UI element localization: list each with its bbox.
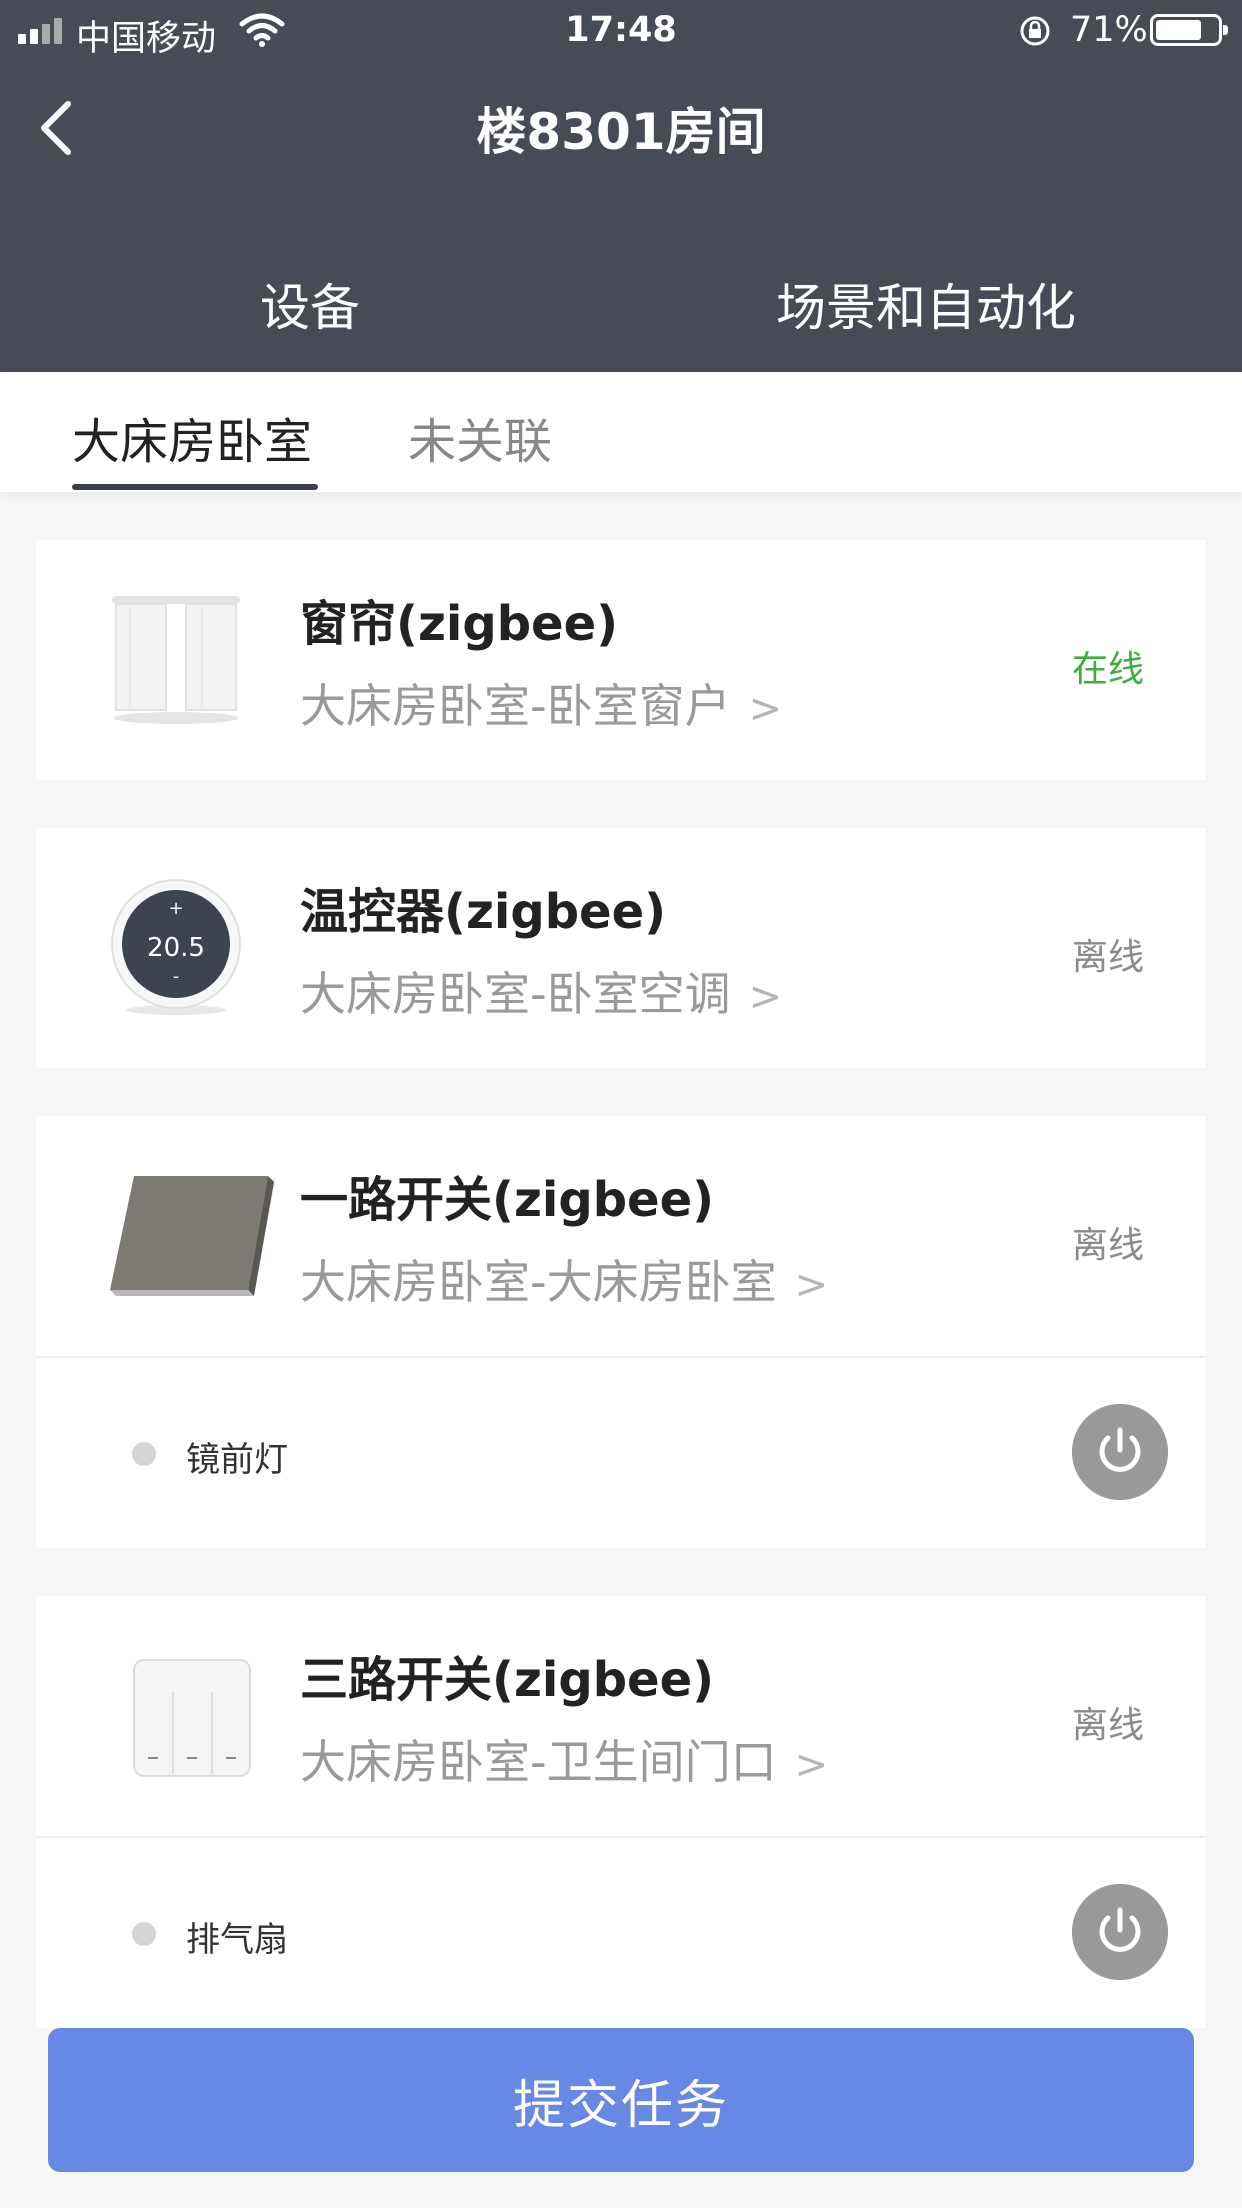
room-subtabs: 大床房卧室 未关联 xyxy=(0,372,1242,492)
clock: 17:48 xyxy=(565,10,677,50)
active-tab-indicator xyxy=(72,484,318,490)
device-card-thermostat: + 20.5 - 温控器(zigbee) 大床房卧室-卧室空调 > 离线 xyxy=(36,828,1206,1068)
device-row[interactable]: + 20.5 - 温控器(zigbee) 大床房卧室-卧室空调 > 离线 xyxy=(36,828,1206,1068)
thermostat-plus: + xyxy=(168,898,183,919)
power-button-icon[interactable] xyxy=(1072,1884,1168,1980)
chevron-right-icon: > xyxy=(794,1262,829,1308)
channel-status-dot xyxy=(132,1442,156,1466)
device-row[interactable]: 窗帘(zigbee) 大床房卧室-卧室窗户 > 在线 xyxy=(36,540,1206,780)
thermostat-display: 20.5 xyxy=(147,933,205,963)
device-location-text: 大床房卧室-卧室空调 xyxy=(300,967,731,1021)
channel-row: 排气扇 xyxy=(36,1838,1206,2028)
device-row[interactable]: 一路开关(zigbee) 大床房卧室-大床房卧室 > 离线 xyxy=(36,1116,1206,1356)
device-name: 窗帘(zigbee) xyxy=(300,596,619,652)
status-badge: 离线 xyxy=(1071,1705,1144,1746)
chevron-right-icon: > xyxy=(748,686,783,732)
device-card-curtain: 窗帘(zigbee) 大床房卧室-卧室窗户 > 在线 xyxy=(36,540,1206,780)
status-badge: 在线 xyxy=(1071,649,1144,690)
status-badge: 离线 xyxy=(1071,937,1144,978)
device-name: 一路开关(zigbee) xyxy=(300,1172,715,1228)
subtab-unlinked[interactable]: 未关联 xyxy=(408,402,552,472)
device-card-triple-switch: 三路开关(zigbee) 大床房卧室-卫生间门口 > 离线 排气扇 xyxy=(36,1596,1206,2028)
device-card-single-switch: 一路开关(zigbee) 大床房卧室-大床房卧室 > 离线 镜前灯 xyxy=(36,1116,1206,1548)
channel-status-dot xyxy=(132,1922,156,1946)
device-name: 三路开关(zigbee) xyxy=(300,1652,715,1708)
submit-task-button[interactable]: 提交任务 xyxy=(48,2028,1194,2172)
device-location: 大床房卧室-大床房卧室 > xyxy=(300,1246,828,1312)
device-name: 温控器(zigbee) xyxy=(300,884,667,940)
rotation-lock-icon xyxy=(1020,16,1050,46)
battery-icon xyxy=(1150,14,1228,46)
curtain-icon xyxy=(112,596,240,724)
channel-label: 排气扇 xyxy=(186,1920,288,1960)
device-location-text: 大床房卧室-大床房卧室 xyxy=(300,1255,777,1309)
page-title: 楼8301房间 xyxy=(476,103,766,161)
chevron-right-icon: > xyxy=(748,974,783,1020)
status-badge: 离线 xyxy=(1071,1225,1144,1266)
subtab-master-bedroom[interactable]: 大床房卧室 xyxy=(72,402,312,472)
device-row[interactable]: 三路开关(zigbee) 大床房卧室-卫生间门口 > 离线 xyxy=(36,1596,1206,1836)
triple-switch-icon xyxy=(133,1659,251,1777)
device-location-text: 大床房卧室-卧室窗户 xyxy=(300,679,731,733)
device-location: 大床房卧室-卧室窗户 > xyxy=(300,670,782,736)
channel-label: 镜前灯 xyxy=(186,1440,288,1480)
switch-panel-icon xyxy=(110,1176,276,1296)
chevron-right-icon: > xyxy=(794,1742,829,1788)
status-bar: 中国移动 17:48 71% xyxy=(0,0,1242,60)
thermostat-icon: + 20.5 - xyxy=(111,879,241,1015)
thermostat-minus: - xyxy=(173,966,180,987)
device-location: 大床房卧室-卫生间门口 > xyxy=(300,1726,828,1792)
device-location: 大床房卧室-卧室空调 > xyxy=(300,958,782,1024)
channel-row: 镜前灯 xyxy=(36,1358,1206,1548)
tab-devices[interactable]: 设备 xyxy=(260,268,360,340)
power-button-icon[interactable] xyxy=(1072,1404,1168,1500)
header: 中国移动 17:48 71% 楼8301房间 设备 场景和自动化 xyxy=(0,0,1242,372)
tab-scenes-automation[interactable]: 场景和自动化 xyxy=(776,268,1076,340)
device-location-text: 大床房卧室-卫生间门口 xyxy=(300,1735,777,1789)
battery-percent: 71% xyxy=(1070,10,1148,50)
